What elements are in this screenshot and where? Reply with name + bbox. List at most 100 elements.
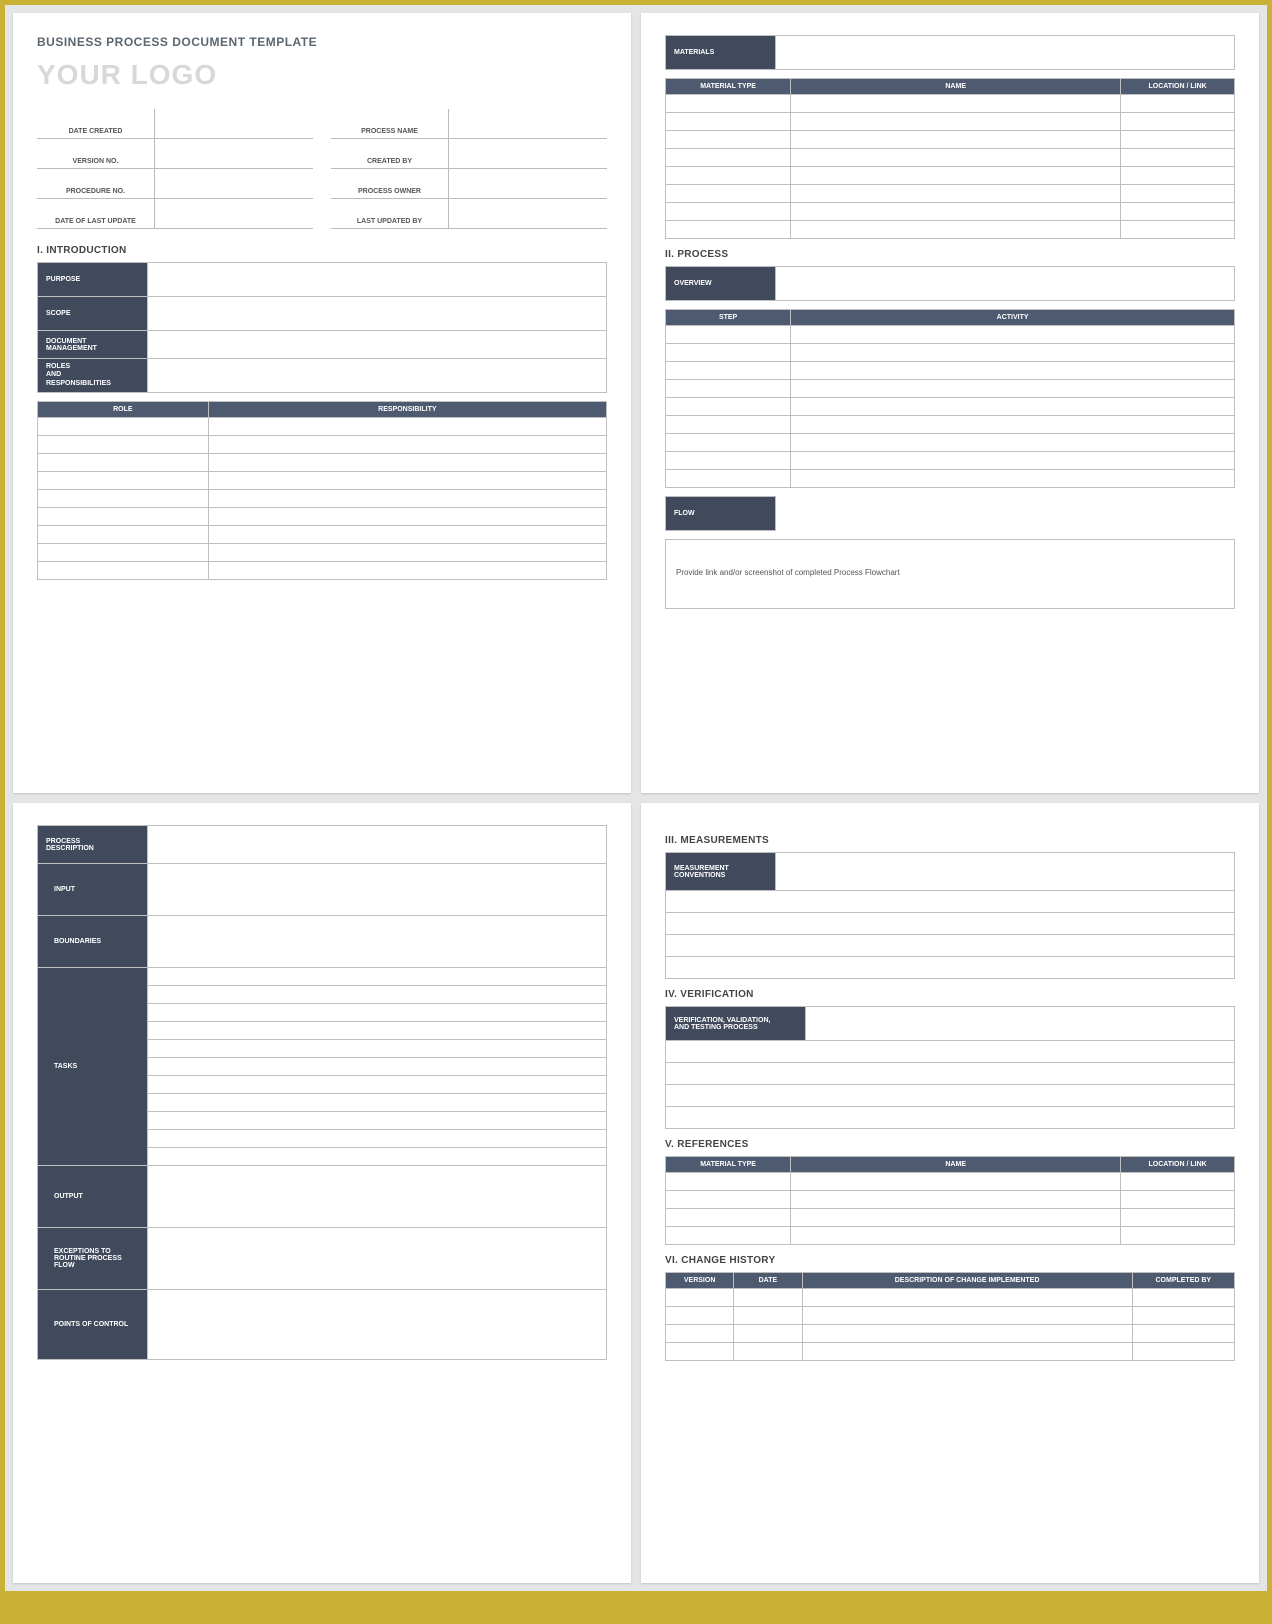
- table-row: [666, 203, 1235, 221]
- col-ref-name: NAME: [791, 1157, 1121, 1173]
- label-exceptions: EXCEPTIONS TO ROUTINE PROCESS FLOW: [38, 1228, 148, 1290]
- heading-change-history: VI. CHANGE HISTORY: [665, 1255, 1235, 1266]
- table-row: [666, 470, 1235, 488]
- table-row: [666, 1085, 1235, 1107]
- heading-process: II. PROCESS: [665, 249, 1235, 260]
- meta-process-name: PROCESS NAME: [331, 109, 607, 139]
- change-history-table: VERSION DATE DESCRIPTION OF CHANGE IMPLE…: [665, 1272, 1235, 1361]
- table-row: [666, 416, 1235, 434]
- label-scope: SCOPE: [38, 297, 148, 331]
- references-table: MATERIAL TYPE NAME LOCATION / LINK: [665, 1156, 1235, 1245]
- heading-verification: IV. VERIFICATION: [665, 989, 1235, 1000]
- table-row: [666, 131, 1235, 149]
- table-row: [666, 1289, 1235, 1307]
- table-row: [38, 526, 607, 544]
- meta-procedure-no: PROCEDURE NO.: [37, 169, 313, 199]
- heading-references: V. REFERENCES: [665, 1139, 1235, 1150]
- col-role: ROLE: [38, 402, 209, 418]
- page-2: MATERIALS MATERIAL TYPE NAME LOCATION / …: [641, 13, 1259, 793]
- document-spread: BUSINESS PROCESS DOCUMENT TEMPLATE YOUR …: [5, 5, 1267, 1591]
- meta-created-by: CREATED BY: [331, 139, 607, 169]
- overview-table: OVERVIEW: [665, 266, 1235, 301]
- label-points-of-control: POINTS OF CONTROL: [38, 1290, 148, 1360]
- label-output: OUTPUT: [38, 1166, 148, 1228]
- table-row: [38, 454, 607, 472]
- label-doc-mgmt: DOCUMENT MANAGEMENT: [38, 331, 148, 359]
- label-roles-resp: ROLES AND RESPONSIBILITIES: [38, 359, 148, 393]
- table-row: [38, 472, 607, 490]
- logo-placeholder: YOUR LOGO: [37, 59, 607, 91]
- label-measurement-conventions: MEASUREMENT CONVENTIONS: [666, 853, 776, 891]
- table-row: [38, 544, 607, 562]
- table-row: [666, 185, 1235, 203]
- table-row: [38, 436, 607, 454]
- meta-process-owner: PROCESS OWNER: [331, 169, 607, 199]
- table-row: [666, 434, 1235, 452]
- table-row: [666, 1227, 1235, 1245]
- table-row: [666, 398, 1235, 416]
- col-ref-loc: LOCATION / LINK: [1121, 1157, 1235, 1173]
- table-row: [666, 380, 1235, 398]
- label-process-description: PROCESS DESCRIPTION: [38, 826, 148, 864]
- table-row: [666, 1107, 1235, 1129]
- table-row: [666, 95, 1235, 113]
- table-row: [666, 167, 1235, 185]
- meta-date-last-update: DATE OF LAST UPDATE: [37, 199, 313, 229]
- col-step: STEP: [666, 310, 791, 326]
- table-row: [666, 935, 1235, 957]
- heading-measurements: III. MEASUREMENTS: [665, 835, 1235, 846]
- col-material-type: MATERIAL TYPE: [666, 79, 791, 95]
- table-row: [38, 562, 607, 580]
- table-row: [666, 891, 1235, 913]
- table-row: [666, 1173, 1235, 1191]
- label-purpose: PURPOSE: [38, 263, 148, 297]
- table-row: [666, 957, 1235, 979]
- table-row: [666, 1343, 1235, 1361]
- meta-version-no: VERSION NO.: [37, 139, 313, 169]
- table-row: [666, 344, 1235, 362]
- materials-table: MATERIAL TYPE NAME LOCATION / LINK: [665, 78, 1235, 239]
- col-material-name: NAME: [791, 79, 1121, 95]
- table-row: [38, 490, 607, 508]
- table-row: [666, 452, 1235, 470]
- table-row: [666, 326, 1235, 344]
- process-desc-table: PROCESS DESCRIPTION INPUT BOUNDARIES TAS…: [37, 825, 607, 1360]
- label-input: INPUT: [38, 864, 148, 916]
- table-row: [666, 1063, 1235, 1085]
- table-row: [148, 968, 607, 986]
- materials-header: MATERIALS: [665, 35, 1235, 70]
- table-row: [666, 1209, 1235, 1227]
- table-row: [666, 1307, 1235, 1325]
- label-flow: FLOW: [666, 497, 776, 531]
- table-row: [666, 1041, 1235, 1063]
- col-ch-desc: DESCRIPTION OF CHANGE IMPLEMENTED: [802, 1273, 1132, 1289]
- measurements-table: MEASUREMENT CONVENTIONS: [665, 852, 1235, 979]
- meta-grid: DATE CREATED PROCESS NAME VERSION NO. CR…: [37, 109, 607, 229]
- table-row: [666, 362, 1235, 380]
- col-ch-by: COMPLETED BY: [1132, 1273, 1234, 1289]
- table-row: [666, 913, 1235, 935]
- col-responsibility: RESPONSIBILITY: [208, 402, 606, 418]
- page-4: III. MEASUREMENTS MEASUREMENT CONVENTION…: [641, 803, 1259, 1583]
- intro-table: PURPOSE SCOPE DOCUMENT MANAGEMENT ROLES …: [37, 262, 607, 393]
- verification-table: VERIFICATION, VALIDATION, AND TESTING PR…: [665, 1006, 1235, 1129]
- table-row: [666, 221, 1235, 239]
- document-title: BUSINESS PROCESS DOCUMENT TEMPLATE: [37, 35, 607, 49]
- page-1: BUSINESS PROCESS DOCUMENT TEMPLATE YOUR …: [13, 13, 631, 793]
- flow-note: Provide link and/or screenshot of comple…: [665, 539, 1235, 609]
- col-material-loc: LOCATION / LINK: [1121, 79, 1235, 95]
- col-ch-date: DATE: [734, 1273, 802, 1289]
- table-row: [666, 1325, 1235, 1343]
- table-row: [38, 508, 607, 526]
- col-ref-type: MATERIAL TYPE: [666, 1157, 791, 1173]
- heading-introduction: I. INTRODUCTION: [37, 245, 607, 256]
- page-3: PROCESS DESCRIPTION INPUT BOUNDARIES TAS…: [13, 803, 631, 1583]
- label-overview: OVERVIEW: [666, 267, 776, 301]
- label-materials: MATERIALS: [666, 36, 776, 70]
- col-ch-version: VERSION: [666, 1273, 734, 1289]
- table-row: [666, 149, 1235, 167]
- meta-date-created: DATE CREATED: [37, 109, 313, 139]
- table-row: [38, 418, 607, 436]
- col-activity: ACTIVITY: [791, 310, 1235, 326]
- table-row: [666, 113, 1235, 131]
